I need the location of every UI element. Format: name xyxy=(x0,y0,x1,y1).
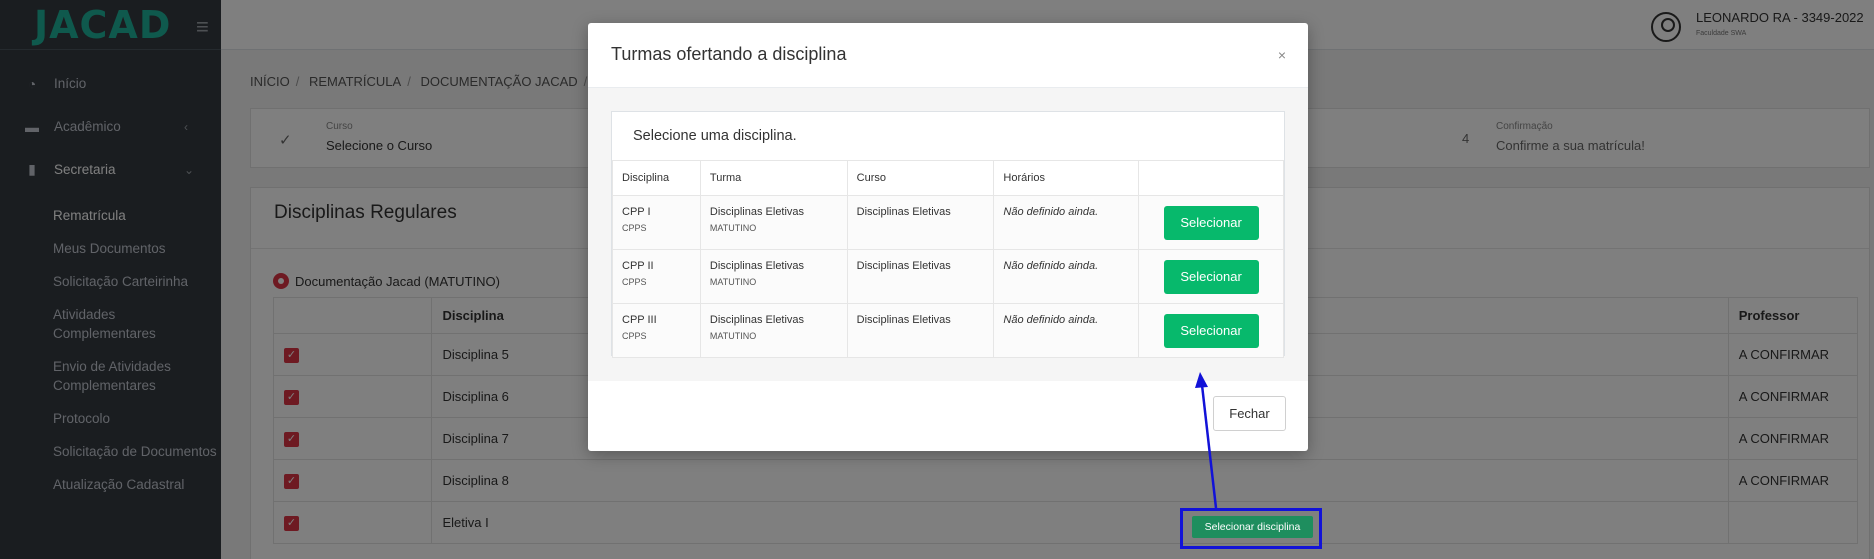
arrow-head xyxy=(1195,372,1208,388)
annotation-arrow xyxy=(1195,372,1218,509)
arrow-line xyxy=(1200,384,1218,509)
